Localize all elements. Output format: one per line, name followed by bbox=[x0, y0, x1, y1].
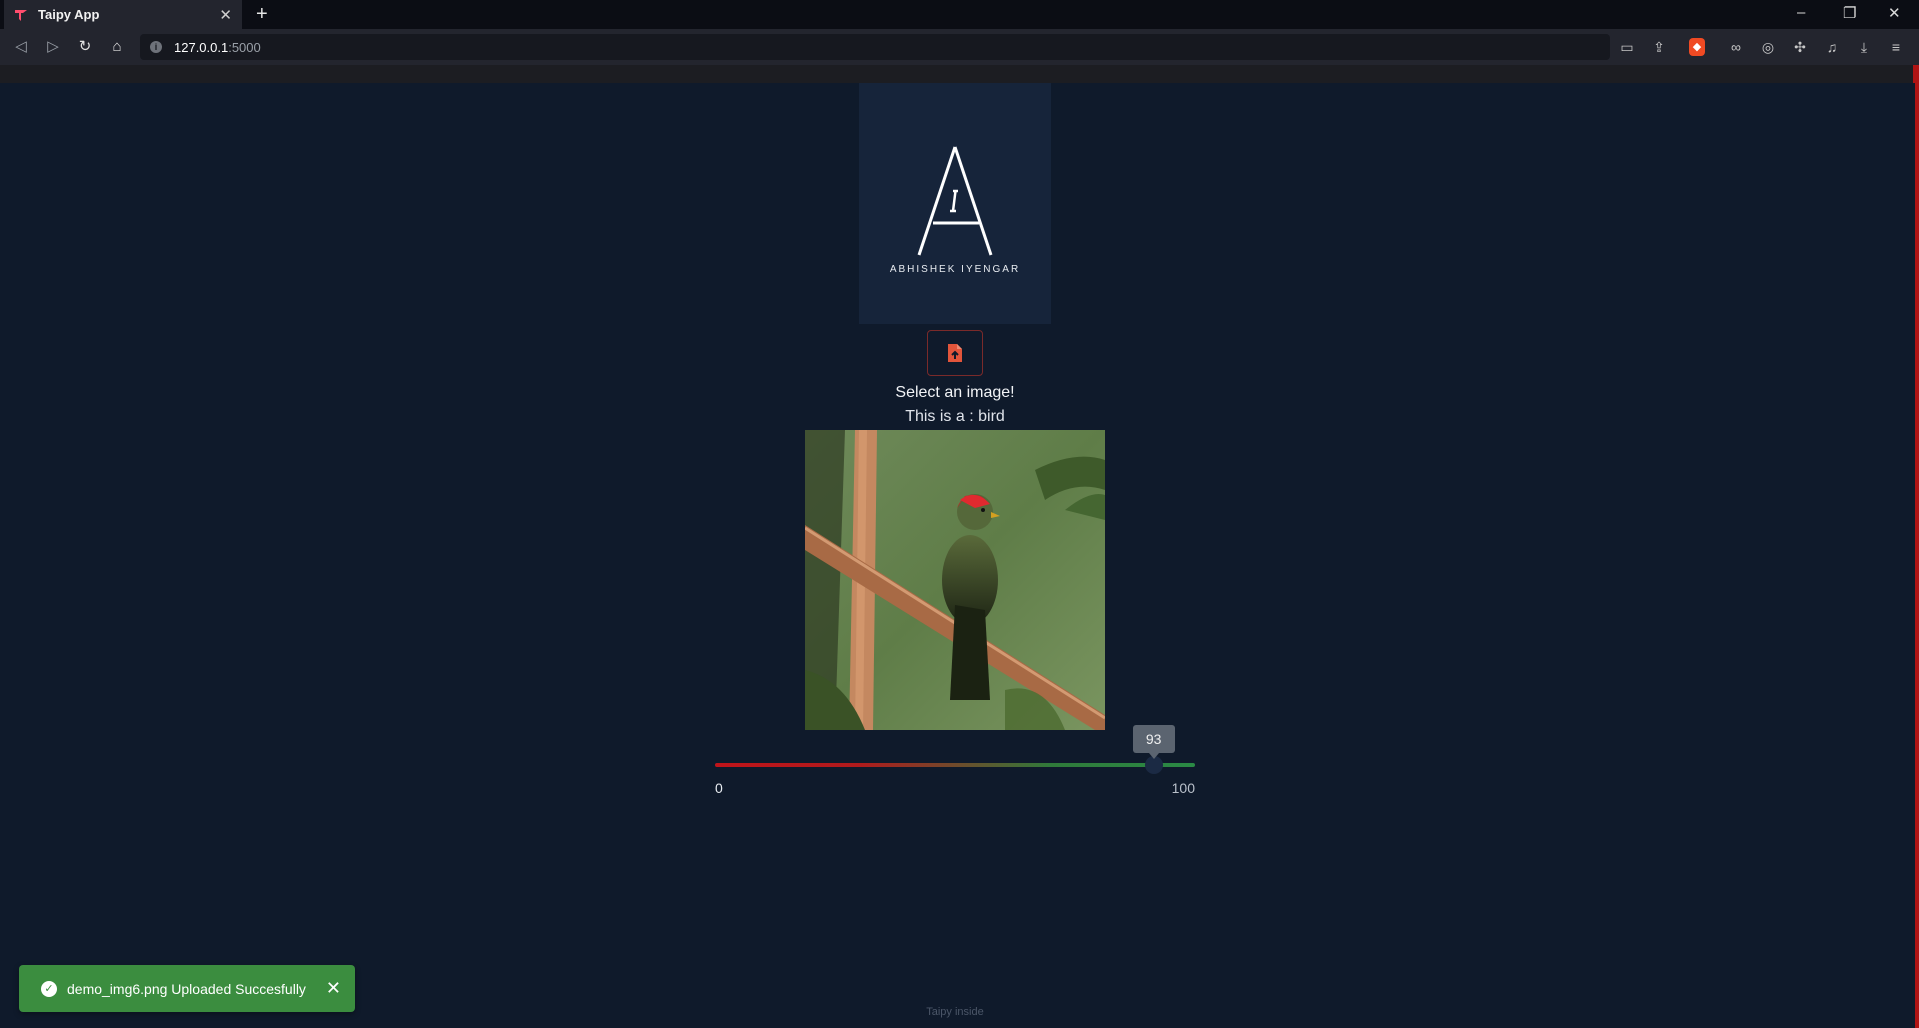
taipy-logo-icon bbox=[15, 9, 27, 21]
extension-glasses-icon[interactable]: ∞ bbox=[1726, 37, 1746, 57]
brave-shield-icon[interactable]: ◆ bbox=[1689, 38, 1705, 56]
upload-success-toast: ✓ demo_img6.png Uploaded Succesfully ✕ bbox=[19, 965, 355, 1012]
prediction-result: This is a : bird bbox=[905, 408, 1005, 425]
back-arrow-icon[interactable]: ◁ bbox=[10, 36, 32, 58]
file-upload-button[interactable] bbox=[927, 330, 983, 376]
share-icon[interactable]: ⇪ bbox=[1649, 37, 1669, 57]
reload-icon[interactable]: ↻ bbox=[74, 36, 96, 58]
page-top-strip bbox=[0, 65, 1919, 83]
slider-min-label: 0 bbox=[715, 780, 723, 796]
menu-icon[interactable]: ≡ bbox=[1886, 37, 1906, 57]
brand-logo: ABHISHEK IYENGAR bbox=[859, 83, 1051, 324]
file-upload-icon bbox=[948, 344, 962, 362]
minimize-button[interactable]: – bbox=[1797, 4, 1805, 21]
extension-target-icon[interactable]: ◎ bbox=[1758, 37, 1778, 57]
select-image-label: Select an image! bbox=[895, 384, 1015, 401]
browser-tab-taipy[interactable]: Taipy App ✕ bbox=[4, 0, 242, 29]
confidence-slider[interactable]: 93 0 100 bbox=[715, 725, 1195, 809]
slider-max-label: 100 bbox=[1171, 780, 1195, 796]
url-port: :5000 bbox=[228, 39, 261, 55]
toast-message: demo_img6.png Uploaded Succesfully bbox=[67, 980, 306, 997]
home-icon[interactable]: ⌂ bbox=[106, 36, 128, 58]
logo-caption: ABHISHEK IYENGAR bbox=[889, 264, 1021, 275]
browser-tab-bar: Taipy App ✕ + – ❐ ✕ bbox=[0, 0, 1919, 29]
uploaded-image bbox=[805, 430, 1105, 730]
address-bar[interactable]: i 127.0.0.1:5000 bbox=[140, 34, 1610, 60]
slider-track[interactable] bbox=[715, 763, 1195, 767]
restore-button[interactable]: ❐ bbox=[1843, 4, 1856, 22]
tab-title: Taipy App bbox=[38, 7, 100, 22]
url-host: 127.0.0.1 bbox=[174, 39, 229, 55]
browser-toolbar: ◁ ▷ ↻ ⌂ i 127.0.0.1:5000 ▭ ⇪ ◆ ∞ ◎ ✣ ♫ ⤓… bbox=[0, 29, 1919, 65]
app-page: ABHISHEK IYENGAR Select an image! This i… bbox=[0, 83, 1915, 1028]
slider-value-tooltip: 93 bbox=[1132, 725, 1175, 759]
toast-close-icon[interactable]: ✕ bbox=[326, 978, 341, 999]
new-tab-button[interactable]: + bbox=[256, 3, 268, 25]
extensions-puzzle-icon[interactable]: ✣ bbox=[1790, 37, 1810, 57]
site-info-icon[interactable]: i bbox=[150, 41, 162, 53]
media-music-icon[interactable]: ♫ bbox=[1822, 37, 1842, 57]
cast-icon[interactable]: ▭ bbox=[1617, 37, 1637, 57]
logo-letter-a-icon bbox=[917, 146, 993, 256]
footer-text: Taipy inside bbox=[926, 1006, 984, 1018]
tab-close-icon[interactable]: ✕ bbox=[219, 6, 232, 24]
check-circle-icon: ✓ bbox=[41, 980, 57, 997]
window-close-button[interactable]: ✕ bbox=[1888, 4, 1901, 22]
forward-arrow-icon[interactable]: ▷ bbox=[42, 36, 64, 58]
downloads-icon[interactable]: ⤓ bbox=[1854, 37, 1874, 57]
